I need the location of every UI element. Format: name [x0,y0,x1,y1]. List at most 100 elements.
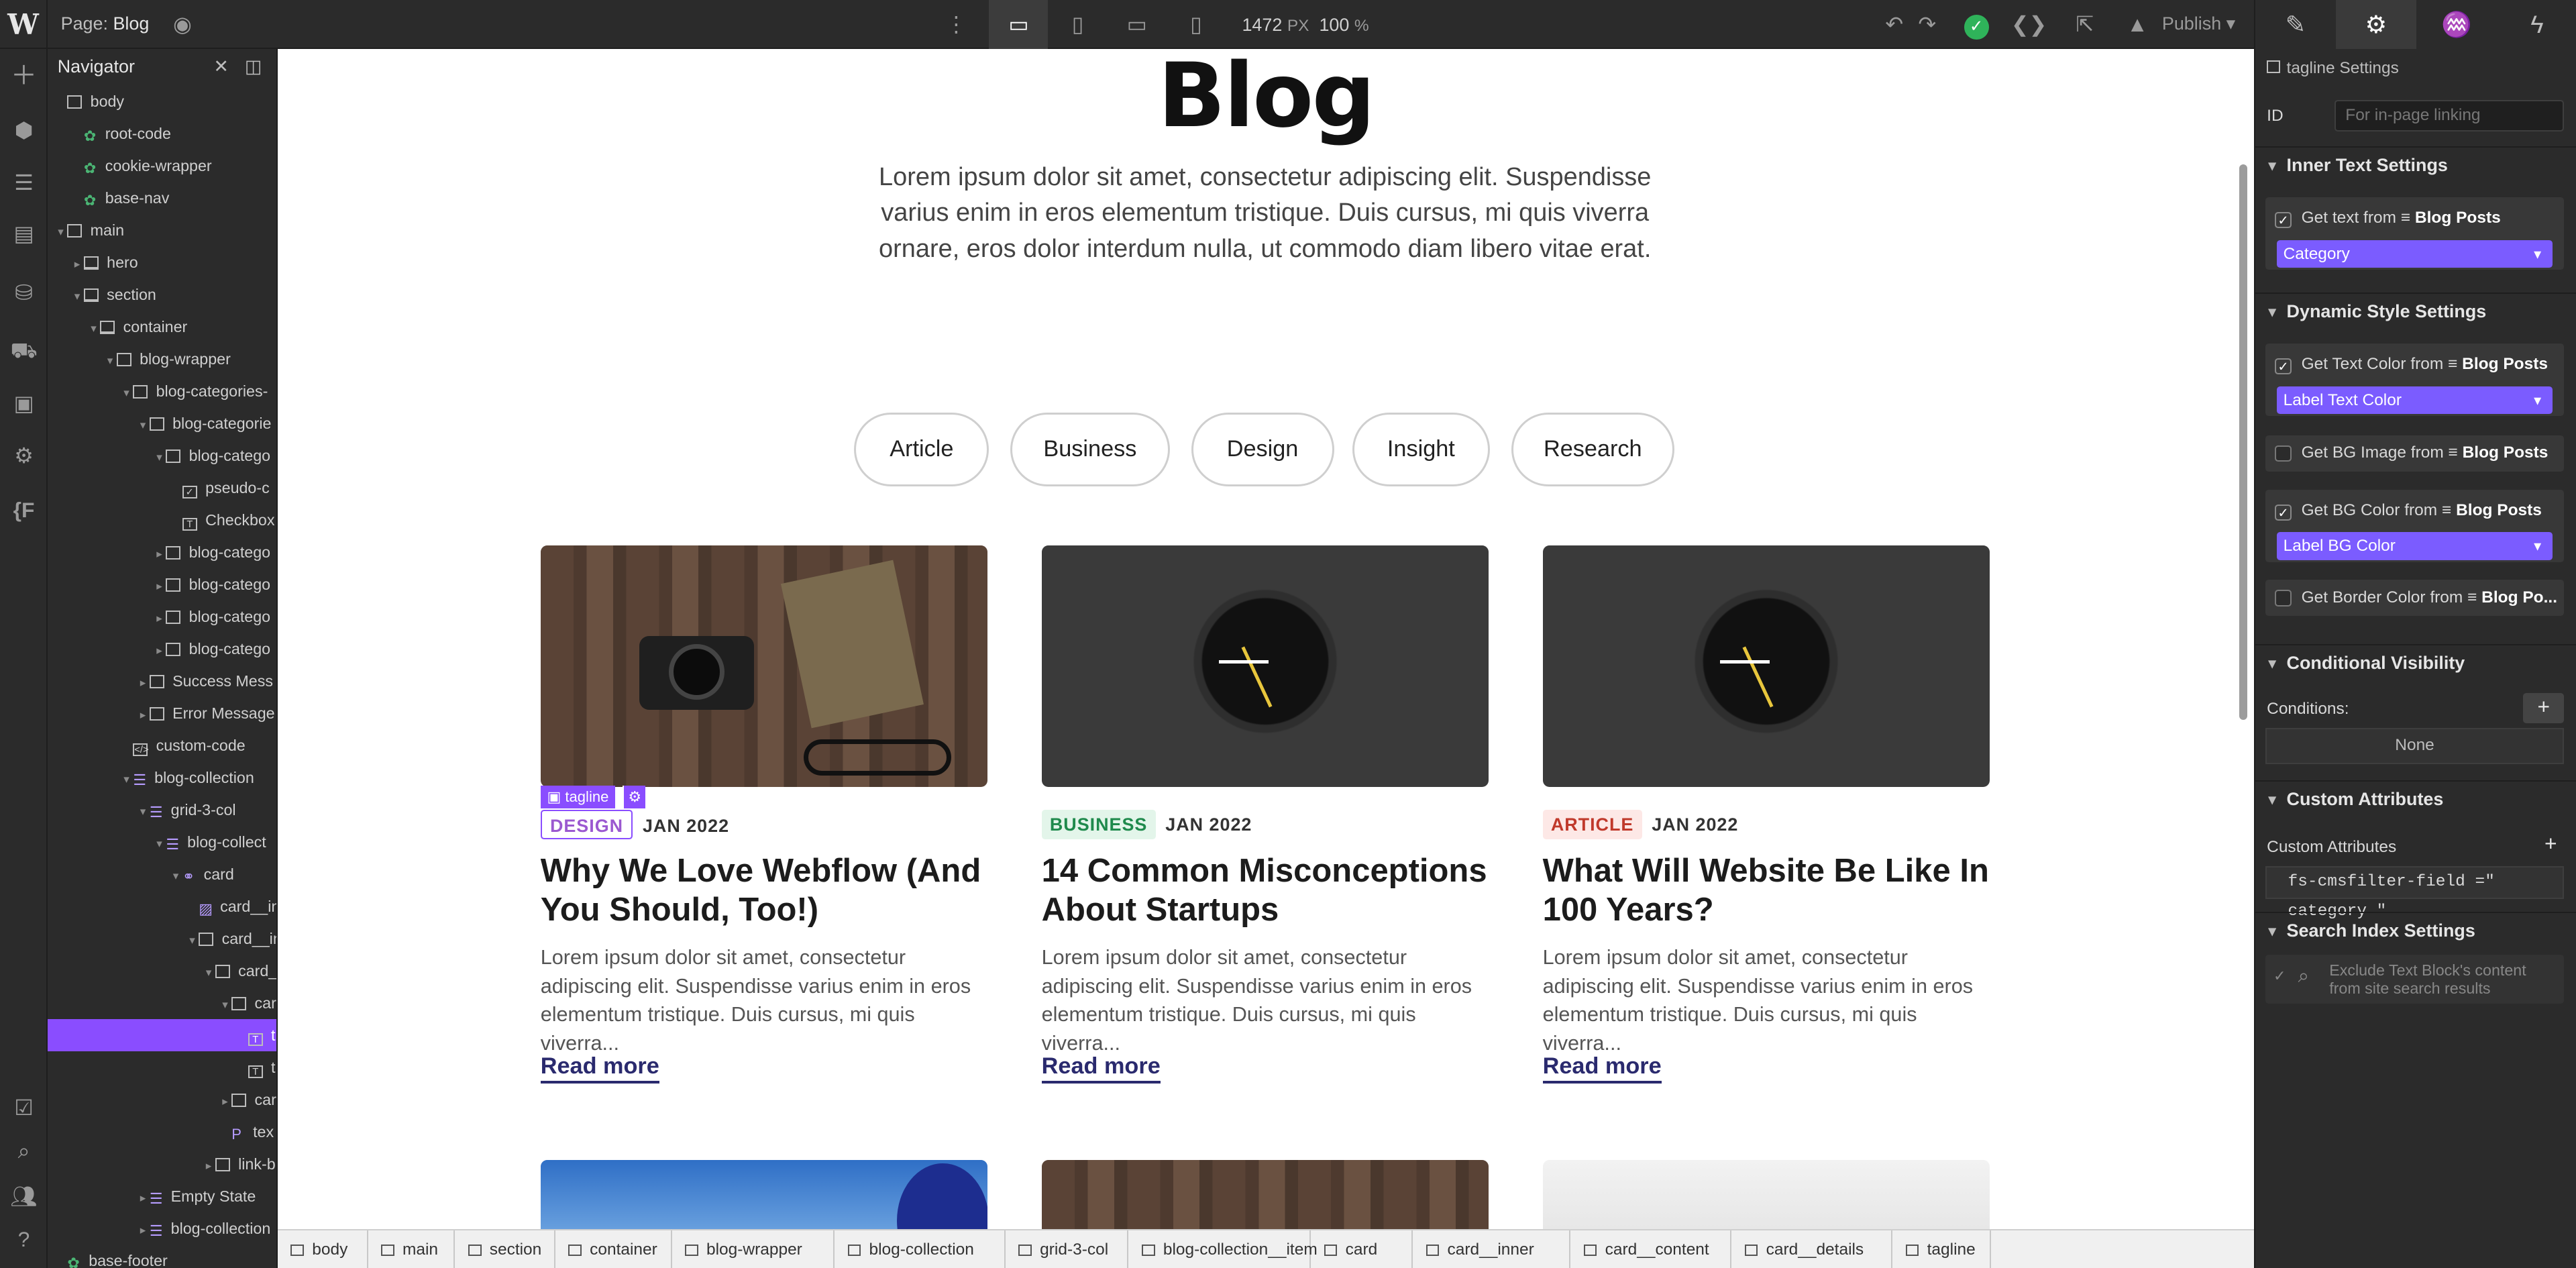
more-vertical-icon[interactable]: ⋮ [938,8,974,41]
navigator-item[interactable]: ▾ blog-catego [48,439,276,472]
intro-paragraph[interactable]: Lorem ipsum dolor sit amet, consectetur … [875,160,1654,268]
breadcrumb-item[interactable]: card__content [1570,1230,1732,1268]
finsweet-extension-icon[interactable]: {F [7,493,41,527]
navigator-item[interactable]: ✿ root-code [48,117,276,150]
get-text-color-checkbox[interactable]: ✓ [2275,358,2292,375]
navigator-item[interactable]: ▾ card__in [48,922,276,956]
label-bg-color-select[interactable]: Label BG Color [2276,532,2553,560]
navigator-item[interactable]: ▾ container [48,311,276,344]
chevron-right-icon[interactable]: ▸ [136,1181,150,1214]
navigator-item[interactable]: ▸ blog-catego [48,568,276,602]
chevron-right-icon[interactable]: ▸ [202,1149,215,1181]
tablet-breakpoint-icon[interactable]: ▯ [1048,0,1107,49]
chevron-right-icon[interactable]: ▸ [219,1085,232,1117]
selected-element-gear-icon[interactable]: ⚙ [623,785,646,808]
category-tag[interactable]: BUSINESS [1041,810,1156,840]
navigator-item[interactable]: ▾ ☰ blog-collection [48,761,276,795]
navigator-item[interactable]: ▾ ⚭ card [48,858,276,890]
settings-gear-icon[interactable]: ⚙ [2336,0,2417,50]
custom-attributes-header[interactable]: Custom Attributes [2255,780,2576,818]
chevron-right-icon[interactable]: ▸ [153,537,166,570]
add-condition-plus-icon[interactable]: + [2523,693,2565,723]
chevron-down-icon[interactable]: ▾ [136,795,150,827]
navigator-item[interactable]: ▾ main [48,214,276,248]
category-select[interactable]: Category [2276,240,2553,268]
search-icon[interactable]: ⌕ [7,1134,41,1168]
breadcrumb-item[interactable]: card__inner [1413,1230,1571,1268]
publish-button[interactable]: Publish ▾ [2162,13,2235,34]
settings-gear-icon[interactable]: ⚙ [7,439,41,473]
navigator-item[interactable]: ▾ card_ [48,955,276,987]
chevron-down-icon[interactable]: ▾ [153,827,166,859]
export-icon[interactable]: ⇱ [2067,8,2103,41]
selected-element-label[interactable]: ▣ tagline [540,785,616,808]
navigator-item[interactable]: ▸ Error Message [48,697,276,731]
navigator-item[interactable]: ▸ ☰ Empty State [48,1180,276,1214]
symbols-cube-icon[interactable]: ⬢ [7,113,41,148]
navigator-item[interactable]: ▾ car [48,987,276,1019]
design-canvas[interactable]: Blog Lorem ipsum dolor sit amet, consect… [277,49,2255,1229]
pages-icon[interactable]: ▤ [7,217,41,251]
navigator-item[interactable]: ✿ cookie-wrapper [48,150,276,182]
chevron-down-icon[interactable]: ▾ [70,280,84,312]
breadcrumb-item[interactable]: tagline [1892,1230,1992,1268]
navigator-item[interactable]: T Checkbox [48,504,276,536]
interactions-bolt-icon[interactable]: ϟ [2497,0,2576,49]
category-tag[interactable]: DESIGN [540,810,633,840]
breadcrumb-item[interactable]: body [278,1230,368,1268]
cms-database-icon[interactable]: ⛁ [7,276,41,310]
breadcrumb-item[interactable]: card [1311,1230,1413,1268]
read-more-link[interactable]: Read more [540,1051,659,1084]
page-title[interactable]: Blog [278,49,2254,148]
navigator-item[interactable]: ✿ base-nav [48,182,276,214]
close-icon[interactable]: ✕ [213,49,229,85]
chevron-down-icon[interactable]: ▾ [87,312,101,344]
breadcrumb-item[interactable]: section [455,1230,555,1268]
navigator-item[interactable]: ▾ section [48,278,276,312]
navigator-item[interactable]: ▾ blog-categories- [48,375,276,409]
code-icon[interactable]: ❮❯ [2011,8,2047,41]
navigator-item[interactable]: ▾ ☰ grid-3-col [48,794,276,827]
label-text-color-select[interactable]: Label Text Color [2276,386,2553,414]
id-field[interactable]: For in-page linking [2334,100,2565,131]
category-pill[interactable]: Research [1511,412,1674,486]
breadcrumb-item[interactable]: card__details [1731,1230,1893,1268]
get-bg-color-checkbox[interactable]: ✓ [2275,504,2292,521]
chevron-right-icon[interactable]: ▸ [136,698,150,731]
category-pill[interactable]: Insight [1352,412,1491,486]
help-icon[interactable]: ? [7,1222,41,1257]
chevron-down-icon[interactable]: ▾ [120,763,133,795]
read-more-link[interactable]: Read more [1041,1051,1161,1084]
preview-eye-icon[interactable]: ◉ [164,8,201,41]
navigator-item[interactable]: body [48,85,276,117]
navigator-item[interactable]: ▾ blog-wrapper [48,343,276,375]
navigator-layers-icon[interactable]: ☰ [7,166,41,200]
breadcrumb-item[interactable]: grid-3-col [1006,1230,1129,1268]
category-tag[interactable]: ARTICLE [1542,810,1642,840]
get-border-color-checkbox[interactable] [2275,590,2292,606]
desktop-breakpoint-icon[interactable]: ▭ [989,0,1049,50]
breadcrumb-item[interactable]: blog-collection__item [1128,1230,1318,1268]
dock-panel-icon[interactable]: ◫ [245,49,262,85]
chevron-right-icon[interactable]: ▸ [136,666,150,698]
navigator-item[interactable]: ▨ card__in [48,890,276,922]
navigator-item[interactable]: ▸ link-b [48,1148,276,1181]
mobile-portrait-breakpoint-icon[interactable]: ▯ [1167,0,1226,49]
mobile-landscape-breakpoint-icon[interactable]: ▭ [1108,0,1167,49]
breadcrumb-item[interactable]: blog-wrapper [672,1230,835,1268]
navigator-item[interactable]: ▸ hero [48,246,276,278]
chevron-down-icon[interactable]: ▾ [136,409,150,441]
chevron-down-icon[interactable]: ▾ [54,215,68,248]
canvas-scrollbar[interactable] [2239,164,2248,720]
webflow-logo[interactable]: W [0,0,48,50]
chevron-right-icon[interactable]: ▸ [153,570,166,602]
custom-attribute-item[interactable]: fs-cmsfilter-field =" category " [2265,865,2565,920]
navigator-item[interactable]: ▸ ☰ blog-collection [48,1212,276,1245]
navigator-item[interactable]: Tt [48,1051,276,1084]
card-title[interactable]: What Will Website Be Like In 100 Years? [1543,851,1990,931]
chevron-down-icon[interactable]: ▾ [186,924,199,956]
publish-rocket-icon[interactable]: ▲ [2119,8,2155,41]
category-pill[interactable]: Business [1010,412,1170,486]
chevron-down-icon[interactable]: ▾ [120,376,133,409]
ecommerce-cart-icon[interactable]: ⛟ [7,333,41,368]
